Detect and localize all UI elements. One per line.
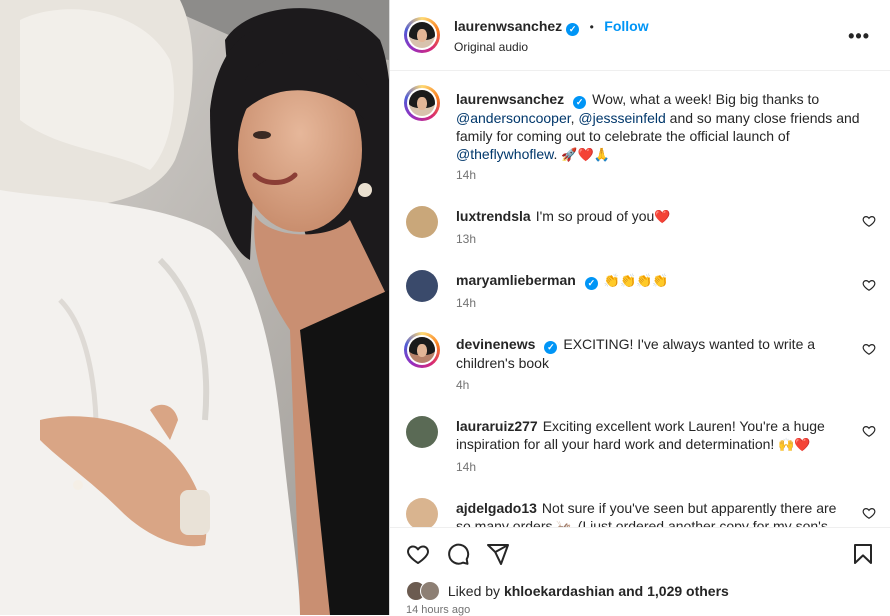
separator-dot: • (589, 20, 594, 34)
commenter-avatar[interactable] (406, 498, 438, 527)
like-comment-heart-icon[interactable] (862, 278, 876, 292)
comment-emoji: 🙌❤️ (778, 438, 811, 453)
header-title: laurenwsanchez ✓ • Follow (454, 18, 649, 36)
comment-item: maryamlieberman ✓ 👏👏👏👏 14h (390, 268, 890, 324)
verified-badge-icon: ✓ (573, 96, 587, 109)
post-details-panel: laurenwsanchez ✓ • Follow Original audio … (389, 0, 890, 616)
likers-avatars[interactable] (406, 581, 444, 601)
video-frame-image (0, 0, 389, 615)
comments-scroll[interactable]: laurenwsanchez ✓ Wow, what a week! Big big… (390, 71, 890, 527)
author-username[interactable]: laurenwsanchez (454, 18, 562, 34)
like-comment-heart-icon[interactable] (862, 342, 876, 356)
liker-username[interactable]: khloekardashian (504, 583, 615, 599)
comment-time[interactable]: 13h (456, 232, 476, 246)
comment-emoji: ❤️ (654, 210, 671, 225)
like-heart-icon[interactable] (406, 542, 430, 566)
comment-text: maryamlieberman ✓ 👏👏👏👏 (456, 271, 840, 291)
share-paper-plane-icon[interactable] (486, 542, 510, 566)
comment-text: luxtrendsla I'm so proud of you❤️ (456, 207, 840, 227)
verified-badge-icon: ✓ (544, 341, 558, 354)
audio-label[interactable]: Original audio (454, 40, 528, 54)
commenter-avatar[interactable] (404, 332, 440, 368)
verified-badge-icon: ✓ (584, 277, 598, 290)
caption-avatar[interactable] (404, 85, 440, 121)
commenter-avatar[interactable] (406, 206, 438, 238)
commenter-username[interactable]: lauraruiz277 (456, 418, 538, 434)
save-bookmark-icon[interactable] (851, 542, 875, 566)
comment-item: devinenews ✓ EXCITING! I've always wanted … (390, 332, 890, 406)
mention-link[interactable]: @jessseinfeld (578, 110, 665, 126)
like-comment-heart-icon[interactable] (862, 214, 876, 228)
posted-time[interactable]: 14 hours ago (406, 604, 470, 616)
commenter-username[interactable]: maryamlieberman (456, 272, 576, 288)
post-header: laurenwsanchez ✓ • Follow Original audio … (390, 0, 890, 71)
caption-text: laurenwsanchez ✓ Wow, what a week! Big big… (456, 90, 866, 165)
comment-text: ajdelgado13 Not sure if you've seen but a… (456, 499, 840, 527)
commenter-username[interactable]: devinenews (456, 336, 535, 352)
comment-body: I'm so proud of you (535, 208, 655, 224)
comment-bubble-icon[interactable] (446, 542, 470, 566)
commenter-avatar[interactable] (406, 416, 438, 448)
comment-emoji: 👏👏👏👏 (603, 274, 669, 289)
comment-text: devinenews ✓ EXCITING! I've always wanted … (456, 335, 840, 372)
commenter-username[interactable]: luxtrendsla (456, 208, 531, 224)
likes-prefix: Liked by (447, 583, 504, 599)
post-action-bar (390, 527, 890, 578)
comment-item: lauraruiz277 Exciting excellent work Laur… (390, 414, 890, 488)
comment-item: luxtrendsla I'm so proud of you❤️ 13h (390, 204, 890, 260)
mention-link[interactable]: @andersoncooper (456, 110, 571, 126)
likes-summary: Liked by khloekardashian and 1,029 other… (406, 581, 729, 601)
follow-button[interactable]: Follow (604, 18, 648, 34)
caption: laurenwsanchez ✓ Wow, what a week! Big big… (390, 85, 890, 195)
comment-text: lauraruiz277 Exciting excellent work Laur… (456, 417, 840, 455)
post-video[interactable] (0, 0, 389, 615)
more-options-icon[interactable]: ••• (848, 26, 870, 47)
comment-time[interactable]: 14h (456, 296, 476, 310)
verified-badge-icon: ✓ (566, 23, 580, 36)
comment-time[interactable]: 4h (456, 378, 469, 392)
comment-item: ajdelgado13 Not sure if you've seen but a… (390, 496, 890, 527)
like-comment-heart-icon[interactable] (862, 506, 876, 520)
author-avatar[interactable] (404, 17, 440, 53)
likes-count-text[interactable]: and 1,029 others (614, 583, 729, 599)
mention-link[interactable]: @theflywhoflew (456, 146, 553, 162)
caption-username[interactable]: laurenwsanchez (456, 91, 564, 107)
caption-time[interactable]: 14h (456, 168, 476, 182)
commenter-username[interactable]: ajdelgado13 (456, 500, 537, 516)
caption-emoji: 🚀❤️🙏 (561, 148, 610, 163)
comment-time[interactable]: 14h (456, 460, 476, 474)
like-comment-heart-icon[interactable] (862, 424, 876, 438)
commenter-avatar[interactable] (406, 270, 438, 302)
caption-segment: Wow, what a week! Big big thanks to (592, 91, 820, 107)
